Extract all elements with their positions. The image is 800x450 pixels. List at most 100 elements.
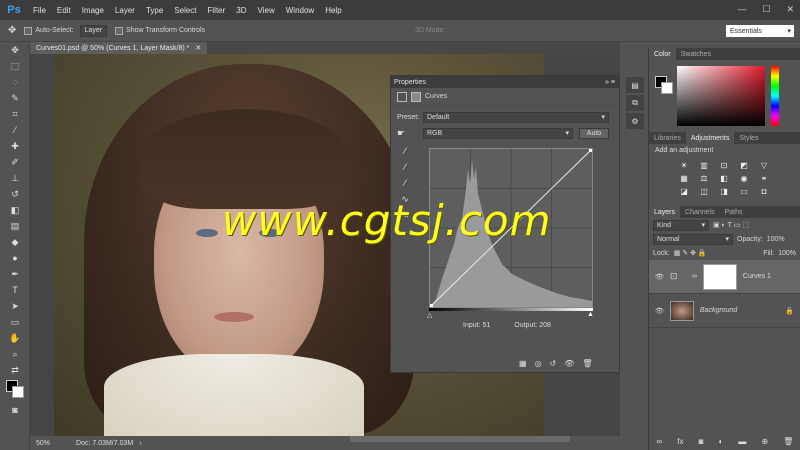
clip-to-layer-icon[interactable]: ▦ (519, 359, 527, 368)
target-adjust-icon[interactable]: ☛ (397, 128, 423, 139)
quick-select-tool-icon[interactable]: ✎ (0, 90, 30, 106)
black-white-icon[interactable]: ◧ (717, 174, 731, 183)
move-tool-icon[interactable]: ✥ (8, 25, 16, 36)
doc-info[interactable]: Doc: 7.03M/7.03M (76, 440, 133, 447)
layer-mask-icon[interactable] (411, 91, 421, 102)
brush-dock-icon[interactable]: ⚙ (626, 113, 644, 129)
channel-select[interactable]: RGB ▾ (423, 127, 573, 139)
tab-swatches[interactable]: Swatches (676, 51, 716, 58)
eraser-tool-icon[interactable]: ◧ (0, 202, 30, 218)
reset-icon[interactable]: ↺ (550, 359, 557, 368)
horizontal-scrollbar[interactable] (350, 436, 570, 442)
layer-mask-thumbnail[interactable] (702, 263, 737, 290)
color-field[interactable] (677, 66, 765, 126)
add-mask-icon[interactable]: ◙ (699, 437, 704, 446)
tab-styles[interactable]: Styles (734, 135, 763, 142)
healing-tool-icon[interactable]: ✚ (0, 138, 30, 154)
quick-mask-icon[interactable]: ◙ (0, 402, 30, 418)
zoom-level[interactable]: 50% (36, 440, 50, 447)
dodge-tool-icon[interactable]: ● (0, 250, 30, 266)
history-brush-icon[interactable]: ↺ (0, 186, 30, 202)
chevron-right-icon[interactable]: › (139, 440, 141, 447)
gradient-tool-icon[interactable]: ▤ (0, 218, 30, 234)
history-dock-icon[interactable]: ⧉ (626, 95, 644, 111)
posterize-icon[interactable]: ◫ (697, 187, 711, 196)
new-layer-icon[interactable]: ⊕ (761, 437, 768, 446)
layer-name[interactable]: Curves 1 (743, 273, 771, 280)
menu-help[interactable]: Help (325, 6, 341, 15)
swap-colors-icon[interactable]: ⇄ (0, 362, 30, 378)
tab-color[interactable]: Color (649, 48, 676, 60)
menu-3d[interactable]: 3D (236, 6, 246, 15)
minimize-icon[interactable]: — (737, 4, 746, 15)
hue-saturation-icon[interactable]: ▦ (677, 174, 691, 183)
eyedropper-tool-icon[interactable]: ⁄ (0, 122, 30, 138)
tab-channels[interactable]: Channels (680, 209, 720, 216)
lock-icons[interactable]: ▦ ✎ ✥ 🔒 (674, 249, 707, 257)
background-color[interactable] (661, 82, 673, 94)
workspace-select[interactable]: Essentials ▾ (726, 25, 794, 37)
link-layers-icon[interactable]: ∞ (657, 437, 663, 446)
background-color[interactable] (12, 386, 24, 398)
trash-icon[interactable]: 🗑 (582, 359, 592, 368)
eyedropper-black-icon[interactable]: ⁄ (397, 146, 413, 162)
threshold-icon[interactable]: ◨ (717, 187, 731, 196)
path-select-icon[interactable]: ➤ (0, 298, 30, 314)
transform-controls-checkbox[interactable]: Show Transform Controls (115, 26, 205, 35)
zoom-tool-icon[interactable]: ⌕ (0, 346, 30, 362)
trash-icon[interactable]: 🗑 (783, 437, 793, 446)
menu-view[interactable]: View (258, 6, 275, 15)
tab-libraries[interactable]: Libraries (649, 135, 686, 142)
levels-icon[interactable]: ▥ (697, 161, 711, 170)
brush-tool-icon[interactable]: ✐ (0, 154, 30, 170)
gradient-map-icon[interactable]: ▭ (737, 187, 751, 196)
maximize-icon[interactable]: ☐ (762, 4, 770, 15)
fx-icon[interactable]: fx (677, 437, 683, 446)
auto-button[interactable]: Auto (579, 127, 609, 139)
brightness-icon[interactable]: ☀ (677, 161, 691, 170)
color-swatches[interactable] (0, 378, 29, 402)
pen-tool-icon[interactable]: ✒ (0, 266, 30, 282)
white-slider-icon[interactable]: ▲ (587, 311, 594, 318)
blend-mode-select[interactable]: Normal ▾ (653, 233, 733, 245)
curve-point-black[interactable] (429, 304, 433, 308)
curves-icon[interactable]: ⊡ (717, 161, 731, 170)
auto-select-checkbox[interactable]: Auto-Select: (24, 26, 74, 35)
exposure-icon[interactable]: ◩ (737, 161, 751, 170)
menu-file[interactable]: File (33, 6, 46, 15)
kind-filter-select[interactable]: Kind ▾ (653, 219, 709, 231)
lasso-tool-icon[interactable]: ◌ (0, 74, 30, 90)
hue-slider[interactable] (771, 66, 779, 126)
menu-type[interactable]: Type (146, 6, 163, 15)
tab-layers[interactable]: Layers (649, 206, 681, 218)
layer-name[interactable]: Background (700, 307, 737, 314)
black-slider-icon[interactable]: △ (427, 311, 432, 319)
channel-mixer-icon[interactable]: ⚭ (757, 174, 771, 183)
crop-tool-icon[interactable]: ⌗ (0, 106, 30, 122)
new-adjustment-icon[interactable]: ◐ (719, 437, 724, 446)
tab-adjustments[interactable]: Adjustments (685, 132, 735, 144)
preset-select[interactable]: Default ▾ (423, 111, 609, 123)
type-tool-icon[interactable]: T (0, 282, 30, 298)
blur-tool-icon[interactable]: ◆ (0, 234, 30, 250)
stamp-tool-icon[interactable]: ⊥ (0, 170, 30, 186)
fill-value[interactable]: 100% (778, 250, 796, 257)
eye-icon[interactable]: 👁 (655, 307, 664, 315)
selective-color-icon[interactable]: ◘ (757, 187, 771, 196)
menu-select[interactable]: Select (174, 6, 196, 15)
eyedropper-white-icon[interactable]: ⁄ (397, 178, 413, 194)
close-icon[interactable]: ✕ (786, 4, 794, 15)
layer-row[interactable]: 👁 Background 🔒 (649, 294, 800, 328)
vibrance-icon[interactable]: ▽ (757, 161, 771, 170)
visibility-icon[interactable]: 👁 (564, 359, 574, 368)
menu-edit[interactable]: Edit (57, 6, 71, 15)
layer-select[interactable]: Layer (79, 24, 108, 37)
link-icon[interactable]: ∞ (692, 273, 697, 280)
filter-icons[interactable]: ▣ ◐ T ▭ ⬚ (713, 221, 749, 229)
document-tab[interactable]: Curves01.psd @ 50% (Curves 1, Layer Mask… (30, 42, 208, 54)
panel-menu-icon[interactable]: » ≡ (605, 79, 615, 86)
opacity-value[interactable]: 100% (767, 236, 785, 243)
color-balance-icon[interactable]: ⚖ (697, 174, 711, 183)
menu-window[interactable]: Window (286, 6, 314, 15)
layer-row[interactable]: 👁 ⊡ ∞ Curves 1 (649, 260, 800, 294)
